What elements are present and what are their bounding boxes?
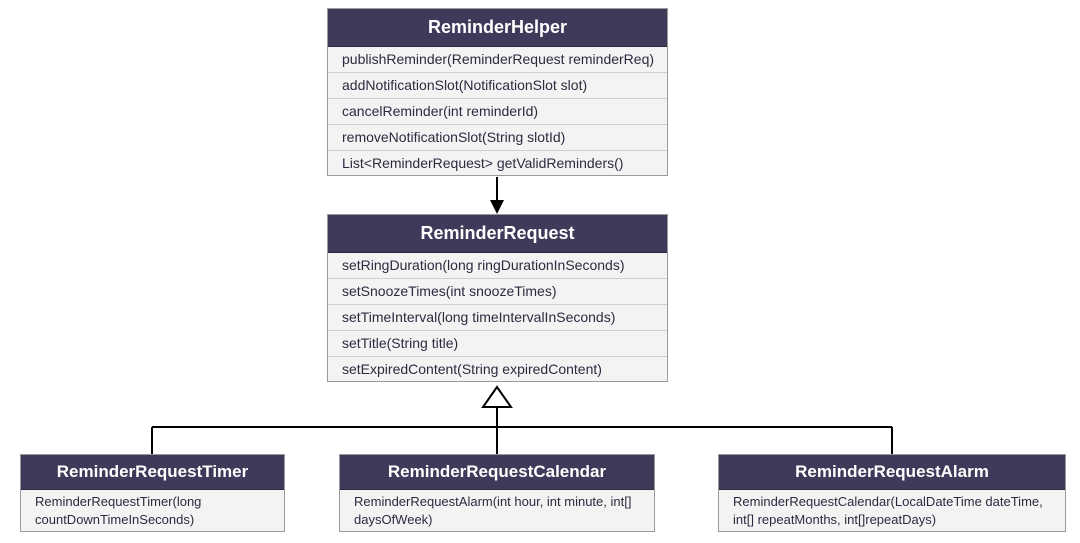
class-reminder-request: ReminderRequest setRingDuration(long rin… [327,214,668,382]
generalization-triangle [152,387,892,454]
method-row: List<ReminderRequest> getValidReminders(… [328,151,667,176]
class-methods: ReminderRequestTimer(long countDownTimeI… [21,490,284,531]
method-row: removeNotificationSlot(String slotId) [328,125,667,151]
method-row: setExpiredContent(String expiredContent) [328,357,667,382]
method-row: setTimeInterval(long timeIntervalInSecon… [328,305,667,331]
association-arrow [490,177,504,214]
class-reminder-helper: ReminderHelper publishReminder(ReminderR… [327,8,668,176]
method-row: ReminderRequestCalendar(LocalDateTime da… [719,490,1065,531]
class-methods: setRingDuration(long ringDurationInSecon… [328,253,667,381]
method-row: setSnoozeTimes(int snoozeTimes) [328,279,667,305]
method-row: addNotificationSlot(NotificationSlot slo… [328,73,667,99]
class-methods: ReminderRequestCalendar(LocalDateTime da… [719,490,1065,531]
method-row: setTitle(String title) [328,331,667,357]
class-reminder-request-calendar: ReminderRequestCalendar ReminderRequestA… [339,454,655,532]
method-row: cancelReminder(int reminderId) [328,99,667,125]
class-title: ReminderRequestTimer [21,455,284,490]
method-row: publishReminder(ReminderRequest reminder… [328,47,667,73]
class-title: ReminderRequestAlarm [719,455,1065,490]
method-row: ReminderRequestTimer(long countDownTimeI… [21,490,284,531]
class-methods: ReminderRequestAlarm(int hour, int minut… [340,490,654,531]
class-title: ReminderRequestCalendar [340,455,654,490]
class-reminder-request-alarm: ReminderRequestAlarm ReminderRequestCale… [718,454,1066,532]
method-row: setRingDuration(long ringDurationInSecon… [328,253,667,279]
class-methods: publishReminder(ReminderRequest reminder… [328,47,667,175]
class-title: ReminderHelper [328,9,667,47]
class-reminder-request-timer: ReminderRequestTimer ReminderRequestTime… [20,454,285,532]
method-row: ReminderRequestAlarm(int hour, int minut… [340,490,654,531]
class-title: ReminderRequest [328,215,667,253]
